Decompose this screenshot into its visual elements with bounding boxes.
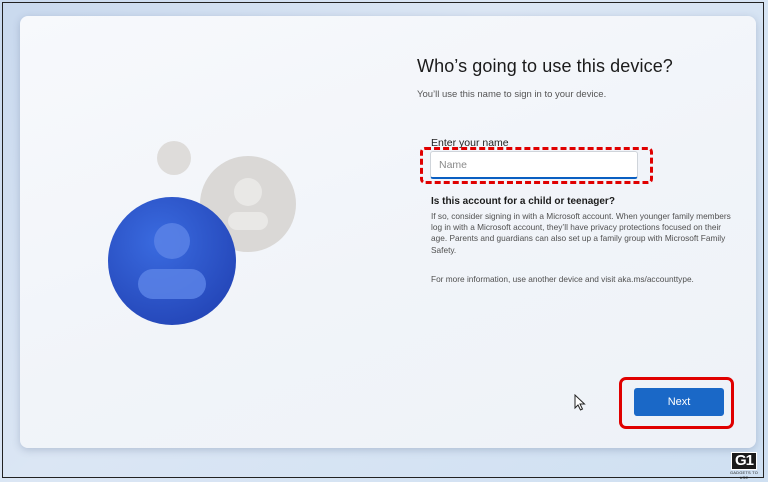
watermark-logo: G1 GADGETS TO USE [728,452,760,480]
watermark-tagline: GADGETS TO USE [729,470,759,480]
small-avatar-dot [157,141,191,175]
users-icon [108,141,296,325]
name-input[interactable] [430,151,638,179]
child-account-question: Is this account for a child or teenager? [431,196,615,207]
mouse-cursor-icon [574,394,586,411]
page-subtitle: You’ll use this name to sign in to your … [417,89,607,100]
page-title: Who’s going to use this device? [417,56,673,76]
more-info-text: For more information, use another device… [431,274,694,284]
child-account-info: If so, consider signing in with a Micros… [431,211,731,255]
next-button[interactable]: Next [634,388,724,416]
watermark-logo-text: G1 [730,452,757,470]
primary-person-icon [108,197,236,325]
name-field-label: Enter your name [431,137,509,149]
setup-panel: Who’s going to use this device? You’ll u… [20,16,756,448]
